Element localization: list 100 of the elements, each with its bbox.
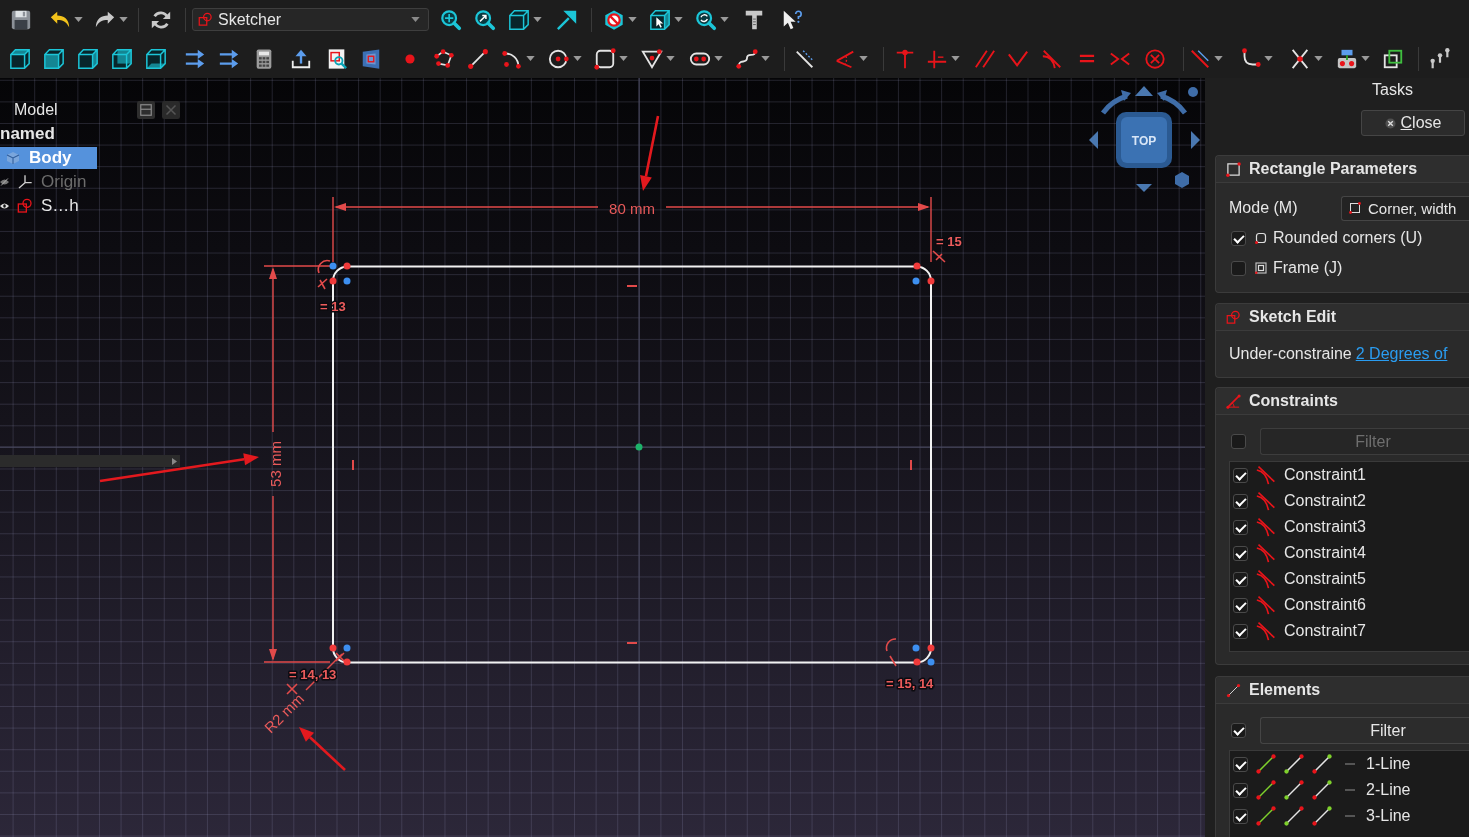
checkbox[interactable] xyxy=(1231,434,1246,449)
panel-header[interactable]: Constraints xyxy=(1216,388,1469,415)
constraint-label[interactable]: Constraint5 xyxy=(1284,570,1366,588)
constraint-label[interactable]: Constraint4 xyxy=(1284,544,1366,562)
save-icon[interactable] xyxy=(10,8,32,31)
caret-icon[interactable] xyxy=(1264,56,1273,61)
zoom-icon[interactable] xyxy=(440,8,462,31)
caret-icon[interactable] xyxy=(628,17,637,22)
checkbox[interactable] xyxy=(1233,623,1248,639)
panel-header[interactable]: Elements xyxy=(1216,677,1469,704)
checkbox[interactable] xyxy=(1233,756,1248,772)
caret-icon[interactable] xyxy=(674,17,683,22)
element-label[interactable]: 2-Line xyxy=(1366,781,1411,799)
constraint-label[interactable]: Constraint6 xyxy=(1284,596,1366,614)
checkbox[interactable] xyxy=(1233,467,1248,483)
tree-item[interactable]: named xyxy=(0,123,61,145)
polyline-icon[interactable] xyxy=(433,47,455,70)
panel-header[interactable]: Rectangle Parameters xyxy=(1216,156,1469,183)
parallel-icon[interactable] xyxy=(974,47,996,70)
help-pointer-icon[interactable] xyxy=(781,8,803,31)
zoom-icon[interactable] xyxy=(695,8,717,31)
circle-cross-icon[interactable] xyxy=(1144,47,1166,70)
degrees-of-freedom-link[interactable]: 2 Degrees of xyxy=(1355,345,1448,363)
t-junction-icon[interactable] xyxy=(894,47,916,70)
triangle-icon[interactable] xyxy=(641,47,663,70)
tree-item[interactable]: Origin xyxy=(13,171,93,193)
sketch-rectangle[interactable] xyxy=(332,265,932,664)
point-icon[interactable] xyxy=(405,53,415,64)
cube-icon[interactable] xyxy=(9,47,31,70)
caret-icon[interactable] xyxy=(526,56,535,61)
constraint-label[interactable]: Constraint1 xyxy=(1284,466,1366,484)
cross-lines-icon[interactable] xyxy=(1289,47,1311,70)
filter-field[interactable]: Filter xyxy=(1260,428,1469,455)
origin-point-icon[interactable] xyxy=(635,443,643,451)
checkbox[interactable] xyxy=(1233,519,1248,535)
checkbox[interactable] xyxy=(1233,782,1248,798)
cube-icon[interactable] xyxy=(77,47,99,70)
cube-cursor-icon[interactable] xyxy=(649,8,671,31)
rectangle-icon[interactable] xyxy=(594,47,616,70)
panel-header[interactable]: Sketch Edit xyxy=(1216,304,1469,331)
caret-icon[interactable] xyxy=(666,56,675,61)
filter-button[interactable]: Filter xyxy=(1260,717,1469,744)
cube-icon[interactable] xyxy=(43,47,65,70)
horizontal-scrollbar[interactable] xyxy=(0,455,180,467)
pins-icon[interactable] xyxy=(1429,47,1451,70)
line-icon[interactable] xyxy=(467,47,489,70)
checkbox[interactable] xyxy=(1231,230,1246,246)
checkbox[interactable] xyxy=(1231,723,1246,738)
mode-dropdown[interactable]: Corner, width xyxy=(1341,195,1469,221)
tangent-icon[interactable] xyxy=(1041,47,1063,70)
tree-item[interactable]: S…h xyxy=(13,195,85,217)
curve-icon[interactable] xyxy=(736,47,758,70)
checkbox[interactable] xyxy=(1233,808,1248,824)
copy-icon[interactable] xyxy=(1382,47,1404,70)
diagonal-arrow-icon[interactable] xyxy=(556,8,578,31)
double-arrow-icon[interactable] xyxy=(218,47,240,70)
workbench-dropdown[interactable]: Sketcher xyxy=(192,8,429,31)
equal-icon[interactable] xyxy=(1079,53,1095,64)
caret-icon[interactable] xyxy=(1314,56,1323,61)
element-label[interactable]: 1-Line xyxy=(1366,755,1411,773)
caret-icon[interactable] xyxy=(951,56,960,61)
checkbox[interactable] xyxy=(1231,260,1246,276)
constraint-label[interactable]: Constraint3 xyxy=(1284,518,1366,536)
scroll-right-icon[interactable] xyxy=(172,457,177,465)
construction-line-icon[interactable] xyxy=(794,47,816,70)
option-label[interactable]: Frame (J) xyxy=(1273,259,1343,277)
caret-icon[interactable] xyxy=(533,17,542,22)
upload-icon[interactable] xyxy=(290,47,312,70)
cube-icon[interactable] xyxy=(508,8,530,31)
constraint-label[interactable]: Constraint2 xyxy=(1284,492,1366,510)
caret-icon[interactable] xyxy=(1361,56,1370,61)
circle-icon[interactable] xyxy=(548,47,570,70)
hidden-eye-icon[interactable] xyxy=(0,178,9,186)
checkbox[interactable] xyxy=(1233,571,1248,587)
caret-icon[interactable] xyxy=(1214,56,1223,61)
close-button[interactable]: Close xyxy=(1361,110,1465,136)
caret-icon[interactable] xyxy=(119,17,128,22)
cube-icon[interactable] xyxy=(145,47,167,70)
external-geometry-icon[interactable] xyxy=(1336,47,1358,70)
zoom-icon[interactable] xyxy=(474,8,496,31)
fillet-icon[interactable] xyxy=(1239,47,1261,70)
caret-icon[interactable] xyxy=(761,56,770,61)
double-arrow-icon[interactable] xyxy=(184,47,206,70)
checkbox[interactable] xyxy=(1233,597,1248,613)
caret-icon[interactable] xyxy=(74,17,83,22)
caret-icon[interactable] xyxy=(720,17,729,22)
plane-icon[interactable] xyxy=(360,47,382,70)
eye-icon[interactable] xyxy=(0,202,9,210)
cube-icon[interactable] xyxy=(111,47,133,70)
no-entry-icon[interactable] xyxy=(603,8,625,31)
document-magnifier-icon[interactable] xyxy=(326,47,348,70)
restore-icon[interactable] xyxy=(137,101,155,119)
dimension-icon[interactable] xyxy=(1189,47,1211,70)
element-label[interactable]: 3-Line xyxy=(1366,807,1411,825)
caret-icon[interactable] xyxy=(573,56,582,61)
caret-icon[interactable] xyxy=(619,56,628,61)
caret-icon[interactable] xyxy=(859,56,868,61)
option-label[interactable]: Rounded corners (U) xyxy=(1273,229,1423,247)
caret-icon[interactable] xyxy=(714,56,723,61)
constraint-label[interactable]: Constraint7 xyxy=(1284,622,1366,640)
